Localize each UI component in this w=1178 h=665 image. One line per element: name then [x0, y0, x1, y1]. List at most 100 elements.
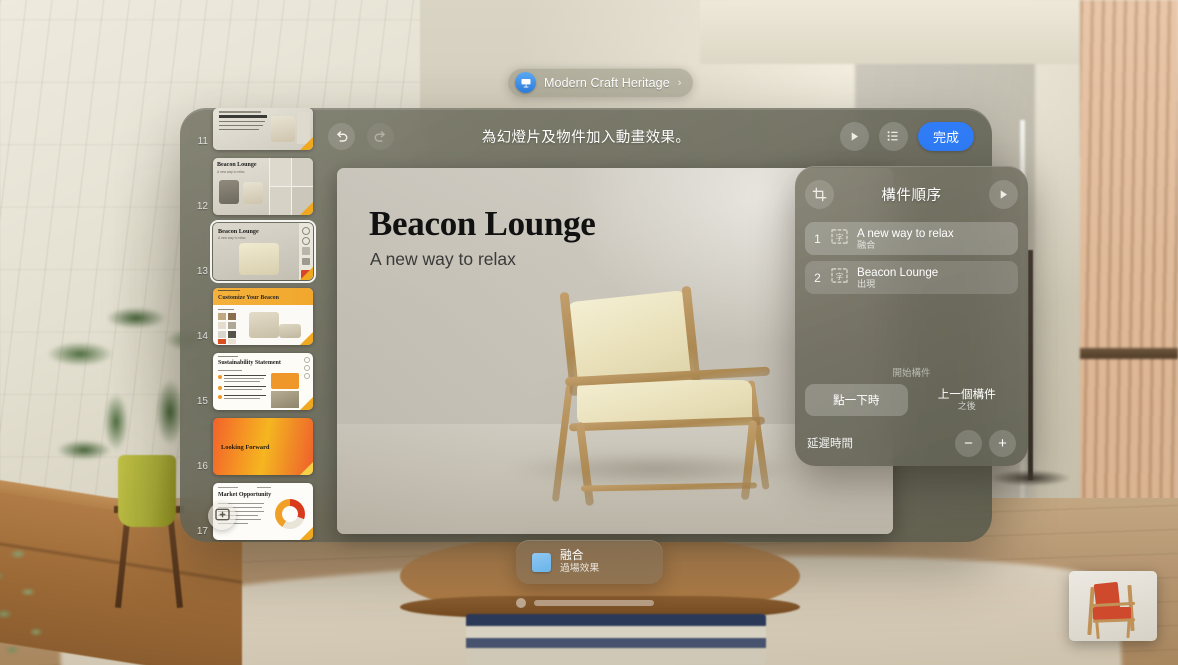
document-breadcrumb-pill[interactable]: Modern Craft Heritage ›	[508, 68, 694, 97]
keynote-icon	[515, 72, 536, 93]
start-option-sublabel: 之後	[957, 401, 976, 412]
slide-thumbnail-row[interactable]: 13 Beacon Lounge A new way to relax	[190, 219, 322, 284]
done-button[interactable]: 完成	[917, 121, 974, 151]
stacked-books	[466, 614, 766, 665]
crop-icon	[812, 187, 827, 202]
svg-text:字: 字	[836, 270, 844, 280]
build-object-name: A new way to relax	[857, 226, 954, 240]
build-object-name: Beacon Lounge	[857, 265, 939, 279]
slide-thumbnail[interactable]: Beacon Lounge A new way to relax	[213, 158, 313, 215]
play-icon	[848, 130, 861, 143]
slide-thumbnail-row[interactable]: 11	[190, 108, 322, 150]
thumb-title: Market Opportunity	[218, 492, 272, 498]
lounge-chair-image[interactable]	[519, 285, 809, 508]
start-option-after-previous[interactable]: 上一個構件 之後	[916, 384, 1019, 416]
transition-bar[interactable]: 融合 過場效果	[516, 540, 663, 584]
add-slide-button[interactable]	[208, 502, 236, 530]
start-build-options: 點一下時 上一個構件 之後	[805, 384, 1018, 416]
delay-decrement-button[interactable]: −	[955, 429, 982, 457]
toolbar-right-group: 完成	[839, 121, 974, 151]
preview-build-button[interactable]	[989, 179, 1018, 209]
trailing-plant	[0, 520, 90, 665]
slide-number: 13	[196, 266, 208, 277]
build-labels: A new way to relax 融合	[857, 227, 954, 251]
slide-corner-accent	[300, 397, 313, 410]
inspector-header: 構件順序	[795, 166, 1028, 222]
build-index: 2	[814, 270, 821, 285]
build-order-inspector: 構件順序 1 字 A new way to relax 融合 2 字 Beaco…	[795, 166, 1028, 466]
slide-number: 14	[196, 331, 208, 342]
document-title: Modern Craft Heritage	[544, 75, 670, 90]
slide-thumbnail-row[interactable]: 16 Looking Forward	[190, 418, 322, 475]
thumb-title: Beacon Lounge	[217, 162, 257, 168]
slide-number: 12	[196, 201, 208, 212]
slide-corner-accent	[300, 332, 313, 345]
slide-navigator[interactable]: 11 12 Beacon Lounge A new way to relax 1…	[190, 108, 322, 542]
build-index: 1	[814, 231, 821, 246]
redo-icon	[373, 129, 388, 144]
slide-corner-accent	[300, 527, 313, 540]
build-labels: Beacon Lounge 出現	[857, 266, 938, 290]
transition-sublabel: 過場效果	[560, 563, 600, 575]
floor-lamp-base	[990, 470, 1070, 486]
start-option-on-click[interactable]: 點一下時	[805, 384, 908, 416]
crop-tool-button[interactable]	[805, 179, 834, 209]
slide-number: 17	[196, 526, 208, 537]
delay-increment-button[interactable]: +	[989, 429, 1016, 457]
chevron-right-icon[interactable]: ›	[678, 77, 682, 89]
slide-thumbnail-selected[interactable]: Beacon Lounge A new way to relax	[209, 219, 317, 284]
build-list-item[interactable]: 2 字 Beacon Lounge 出現	[805, 261, 1018, 294]
slide-thumbnail[interactable]	[213, 108, 313, 150]
plus-icon: +	[998, 434, 1007, 452]
thumb-subtitle: A new way to relax	[218, 236, 246, 240]
inspector-title: 構件順序	[881, 187, 942, 204]
thumb-title: Looking Forward	[221, 444, 270, 451]
play-presentation-button[interactable]	[839, 121, 869, 151]
slide-corner-accent	[300, 202, 313, 215]
slide-corner-accent	[300, 462, 313, 475]
redo-button[interactable]	[367, 122, 394, 150]
slide-thumbnail-row[interactable]: 14 Customize Your Beacon	[190, 288, 322, 345]
delay-label: 延遲時間	[807, 438, 853, 450]
text-object-icon: 字	[831, 267, 848, 288]
slide-thumbnail[interactable]: Looking Forward	[213, 418, 313, 475]
object-preview-thumbnail[interactable]	[1069, 571, 1157, 641]
slide-thumbnail-row[interactable]: 15 Sustainability Statement	[190, 353, 322, 410]
slide-thumbnail-row[interactable]: 12 Beacon Lounge A new way to relax	[190, 158, 322, 215]
transition-name: 融合	[560, 548, 584, 563]
thumb-title: Beacon Lounge	[218, 228, 259, 235]
undo-button[interactable]	[328, 122, 355, 150]
build-effect-name: 融合	[857, 239, 876, 250]
delay-control-row: 延遲時間 − +	[795, 424, 1028, 462]
transition-swatch-icon	[532, 552, 551, 572]
transition-labels: 融合 過場效果	[560, 548, 600, 575]
start-option-label: 上一個構件	[937, 388, 996, 402]
slide-title-text[interactable]: Beacon Lounge	[369, 204, 596, 244]
window-grabber[interactable]	[516, 596, 664, 610]
add-slide-icon	[214, 508, 230, 524]
start-option-label: 點一下時	[833, 393, 880, 407]
curtain-rod	[1080, 348, 1178, 359]
floor-lamp-pole	[1028, 250, 1033, 480]
slide-corner-accent	[300, 137, 313, 150]
slide-thumbnail[interactable]: Sustainability Statement	[213, 353, 313, 410]
slide-list-button[interactable]	[878, 121, 908, 151]
plant-pot	[118, 455, 176, 527]
slide-corner-accent	[300, 267, 313, 280]
text-object-icon: 字	[831, 228, 848, 249]
thumb-title: Sustainability Statement	[218, 360, 281, 366]
thumb-title: Customize Your Beacon	[218, 295, 279, 301]
play-icon	[997, 188, 1010, 201]
build-list-item[interactable]: 1 字 A new way to relax 融合	[805, 222, 1018, 255]
window-close-dot[interactable]	[516, 598, 526, 608]
slide-number: 15	[196, 396, 208, 407]
slide-thumbnail[interactable]: Customize Your Beacon	[213, 288, 313, 345]
slide-number: 16	[196, 461, 208, 472]
svg-text:字: 字	[836, 231, 844, 241]
slide-number: 11	[197, 136, 208, 147]
xr-passthrough-stage: Modern Craft Heritage › 為幻燈片及物件加入動畫效果。 完…	[0, 0, 1178, 665]
window-resize-bar[interactable]	[534, 600, 654, 606]
slide-subtitle-text[interactable]: A new way to relax	[370, 249, 516, 270]
minus-icon: −	[964, 434, 973, 452]
build-effect-name: 出現	[857, 278, 876, 289]
